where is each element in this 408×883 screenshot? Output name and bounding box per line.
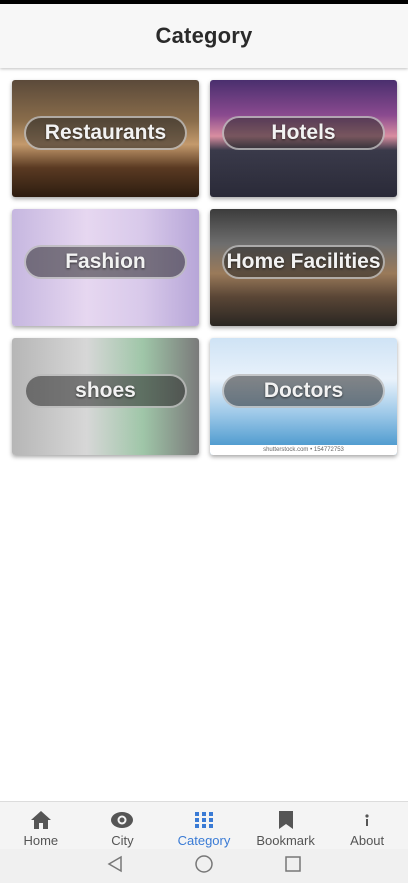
app-bar: Category	[0, 4, 408, 68]
nav-label: About	[350, 833, 385, 848]
recents-icon[interactable]	[284, 855, 302, 878]
category-card-home-facilities[interactable]: Home Facilities	[210, 209, 397, 326]
home-icon	[30, 810, 52, 830]
image-credit: shutterstock.com • 154772753	[210, 445, 397, 455]
nav-item-about[interactable]: About	[326, 802, 408, 849]
nav-item-bookmark[interactable]: Bookmark	[245, 802, 327, 849]
category-label-pill: Hotels	[222, 116, 385, 150]
nav-item-city[interactable]: City	[82, 802, 164, 849]
category-label: shoes	[75, 379, 136, 402]
nav-label: Category	[177, 833, 231, 848]
category-label: Doctors	[263, 379, 344, 402]
eye-icon	[110, 810, 134, 830]
category-label: Restaurants	[44, 121, 167, 144]
category-label: Hotels	[271, 121, 336, 144]
grid-icon	[194, 810, 214, 830]
category-label-pill: Doctors	[222, 374, 385, 408]
category-card-shoes[interactable]: shoes	[12, 338, 199, 455]
nav-item-category[interactable]: Category	[163, 802, 245, 849]
nav-label: Bookmark	[256, 833, 315, 848]
bookmark-icon	[278, 810, 294, 830]
home-circle-icon[interactable]	[194, 854, 214, 879]
category-card-doctors[interactable]: Doctors shutterstock.com • 154772753	[210, 338, 397, 455]
back-icon[interactable]	[106, 855, 124, 878]
category-label: Home Facilities	[226, 250, 381, 273]
category-label-pill: Fashion	[24, 245, 187, 279]
nav-label: Home	[23, 833, 59, 848]
category-label: Fashion	[65, 250, 146, 273]
category-card-restaurants[interactable]: Restaurants	[12, 80, 199, 197]
category-card-hotels[interactable]: Hotels	[210, 80, 397, 197]
category-card-fashion[interactable]: Fashion	[12, 209, 199, 326]
page-title: Category	[155, 23, 253, 48]
category-label-pill: Restaurants	[24, 116, 187, 150]
nav-label: City	[111, 833, 134, 848]
bottom-navigation: Home City Category Bookmark About	[0, 801, 408, 849]
category-label-pill: shoes	[24, 374, 187, 408]
system-navigation-bar	[0, 849, 408, 883]
nav-item-home[interactable]: Home	[0, 802, 82, 849]
category-label-pill: Home Facilities	[222, 245, 385, 279]
info-icon	[363, 810, 371, 830]
